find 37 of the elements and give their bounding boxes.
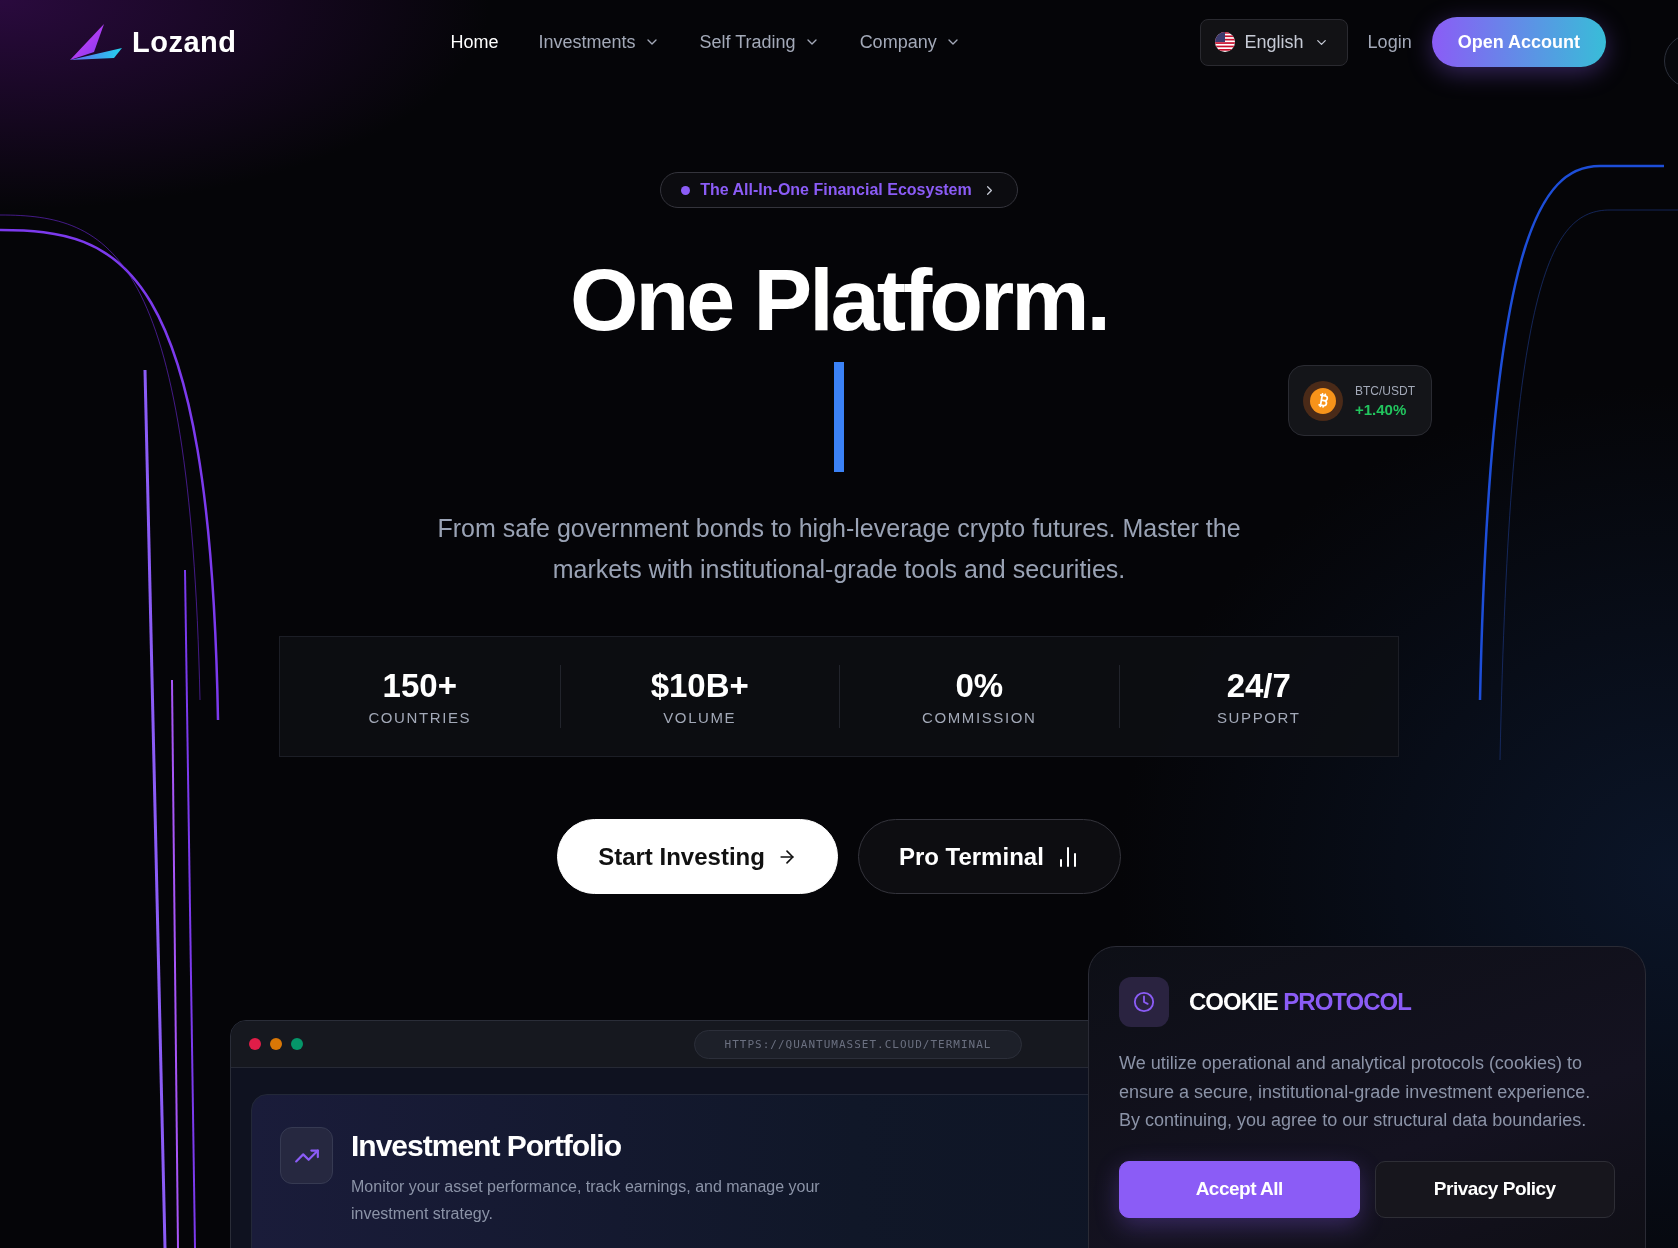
ticker-pair: BTC/USDT [1355, 383, 1415, 398]
start-investing-button[interactable]: Start Investing [557, 819, 838, 894]
brand-logo[interactable]: Lozand [132, 25, 237, 59]
cookie-title: COOKIE PROTOCOL [1189, 988, 1411, 1016]
clock-icon [1133, 991, 1155, 1013]
nav-link[interactable]: Home [450, 31, 499, 53]
pro-terminal-button[interactable]: Pro Terminal [857, 819, 1121, 894]
hero-subtitle: From safe government bonds to high-leverage crypto futures. Master the markets with institutional-grade tools and securities. [436, 513, 1242, 585]
stat-label: SUPPORT [1217, 709, 1301, 726]
minimize-dot-icon [270, 1038, 282, 1050]
flag-icon [1214, 32, 1235, 52]
hero-title: One Platform. [570, 256, 1108, 344]
login-link[interactable]: Login [1367, 31, 1412, 53]
accept-all-button[interactable]: Accept All [1119, 1160, 1360, 1218]
bitcoin-icon [1310, 387, 1336, 414]
card-title: Investment Portfolio [351, 1129, 623, 1163]
ticker-change: +1.40% [1355, 400, 1408, 418]
dot-icon [681, 185, 691, 195]
stat-value: 0% [955, 667, 1004, 705]
cookie-text: We utilize operational and analytical protocols (cookies) to ensure a secure, institutional-grade investment experience. By continuing, you agree to our structural data boundaries. [1119, 1052, 1592, 1132]
stat-label: COMMISSION [922, 709, 1037, 726]
close-dot-icon [249, 1038, 261, 1050]
card-description: Monitor your asset performance, track earnings, and manage your investment strategy. [351, 1177, 821, 1224]
nav-link[interactable]: Self Trading [699, 31, 820, 53]
nav-link[interactable]: Investments [538, 31, 660, 53]
language-select[interactable]: English [1199, 18, 1348, 66]
url-bar: HTTPS://QUANTUMASSET.CLOUD/TERMINAL [694, 1030, 1022, 1059]
stat-value: 24/7 [1226, 667, 1291, 705]
stat-value: $10B+ [650, 667, 749, 705]
privacy-policy-button[interactable]: Privacy Policy [1374, 1160, 1615, 1218]
stat-label: VOLUME [663, 709, 737, 726]
maximize-dot-icon [291, 1038, 303, 1050]
stat-label: COUNTRIES [368, 709, 472, 726]
announcement-badge[interactable]: The All-In-One Financial Ecosystem [660, 172, 1018, 208]
nav-link[interactable]: Company [859, 31, 961, 53]
stat-value: 150+ [382, 667, 457, 705]
open-account-button[interactable]: Open Account [1431, 17, 1606, 67]
